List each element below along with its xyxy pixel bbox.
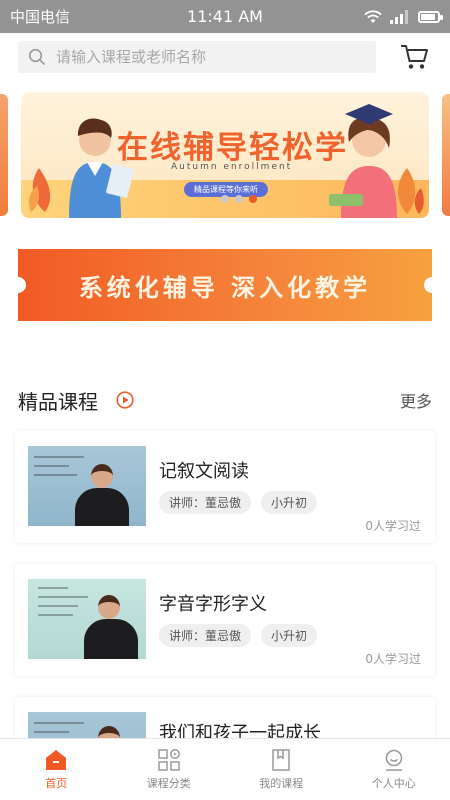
level-tag: 小升初	[261, 624, 318, 647]
carrier-label: 中国电信	[10, 8, 71, 26]
tab-label: 我的课程	[259, 777, 304, 790]
search-icon	[28, 48, 46, 66]
banner-title: 在线辅导轻松学	[117, 130, 348, 166]
banner-subtitle: Autumn enrollment	[171, 162, 293, 172]
course-card[interactable]: 字音字形字义 讲师：董忌傲 小升初 0人学习过	[15, 564, 435, 676]
battery-icon	[418, 10, 443, 23]
carousel-dot-active[interactable]	[249, 195, 257, 203]
course-thumbnail	[28, 446, 146, 526]
search-input[interactable]	[56, 48, 356, 66]
prev-banner-peek[interactable]	[0, 94, 8, 216]
tab-profile[interactable]: 个人中心	[338, 739, 450, 800]
section-title: 精品课程	[18, 389, 98, 414]
tab-label: 课程分类	[146, 777, 191, 790]
carousel-dot[interactable]	[235, 195, 243, 203]
tab-label: 个人中心	[371, 777, 416, 790]
status-bar: 中国电信 11:41 AM	[0, 0, 450, 33]
bottom-tab-bar: 首页 课程分类 我的课程 个人中心	[0, 738, 450, 800]
course-title: 记叙文阅读	[159, 461, 249, 482]
course-card[interactable]: 记叙文阅读 讲师：董忌傲 小升初 0人学习过	[15, 431, 435, 543]
course-thumbnail	[28, 579, 146, 659]
search-header	[0, 33, 450, 81]
tab-home[interactable]: 首页	[0, 739, 113, 800]
tab-my-courses[interactable]: 我的课程	[225, 739, 338, 800]
teacher-tag: 讲师：董忌傲	[159, 624, 252, 647]
wifi-icon	[364, 9, 382, 23]
promo-text: 系统化辅导 深入化教学	[78, 273, 372, 302]
user-icon	[385, 749, 402, 771]
banner-carousel[interactable]: 在线辅导轻松学 Autumn enrollment 精品课程等你来听	[0, 92, 450, 220]
cart-icon[interactable]	[400, 43, 430, 71]
next-banner-peek[interactable]	[442, 94, 450, 216]
level-tag: 小升初	[261, 491, 318, 514]
carousel-indicator	[221, 195, 257, 203]
banner-slide[interactable]: 在线辅导轻松学 Autumn enrollment 精品课程等你来听	[21, 92, 429, 218]
tab-label: 首页	[45, 777, 68, 790]
more-link[interactable]: 更多	[400, 388, 432, 412]
section-header: 精品课程 更多	[18, 384, 432, 416]
course-title: 字音字形字义	[159, 594, 267, 615]
search-bar[interactable]	[18, 41, 376, 73]
play-circle-icon	[116, 391, 134, 409]
tab-course-category[interactable]: 课程分类	[113, 739, 226, 800]
grid-play-icon	[158, 749, 180, 771]
learner-count: 0人学习过	[365, 519, 421, 533]
carousel-dot[interactable]	[221, 195, 229, 203]
signal-icon	[390, 9, 408, 24]
promo-banner[interactable]: 系统化辅导 深入化教学	[10, 249, 440, 321]
book-icon	[272, 749, 290, 771]
learner-count: 0人学习过	[365, 652, 421, 666]
teacher-tag: 讲师：董忌傲	[159, 491, 252, 514]
home-icon	[46, 750, 67, 770]
